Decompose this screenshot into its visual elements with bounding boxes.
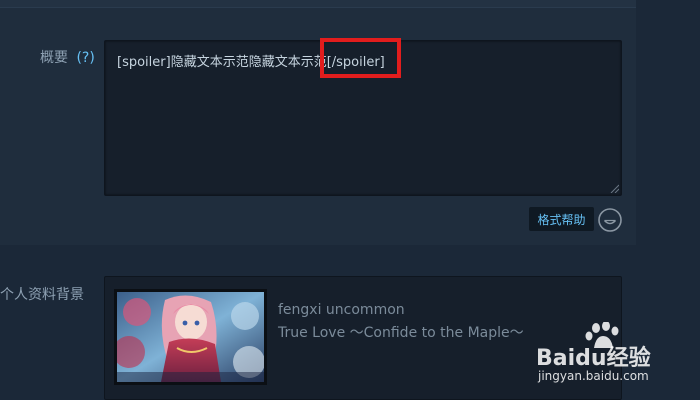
background-item-subtitle: True Love ～Confide to the Maple～ xyxy=(278,325,524,341)
smiley-icon[interactable] xyxy=(597,207,623,233)
summary-textarea[interactable]: [spoiler]隐藏文本示范隐藏文本示范[/spoiler] xyxy=(104,40,622,196)
background-thumbnail[interactable] xyxy=(114,289,267,385)
background-item-name: fengxi uncommon xyxy=(278,302,405,318)
background-thumbnail-art xyxy=(117,292,264,382)
summary-textarea-value: [spoiler]隐藏文本示范隐藏文本示范[/spoiler] xyxy=(117,55,385,70)
profile-background-selector[interactable]: fengxi uncommon True Love ～Confide to th… xyxy=(104,276,622,400)
panel-top-divider xyxy=(0,0,636,8)
page-gutter xyxy=(636,0,700,400)
resize-grip-icon[interactable] xyxy=(609,183,619,193)
profile-background-label: 个人资料背景 xyxy=(0,287,84,303)
format-help-button[interactable]: 格式帮助 xyxy=(529,207,594,231)
summary-help-link[interactable]: (?) xyxy=(76,50,94,66)
summary-label: 概要 (?) xyxy=(40,47,95,67)
edit-profile-page: 概要 (?) [spoiler]隐藏文本示范隐藏文本示范[/spoiler] 格… xyxy=(0,0,700,400)
summary-label-text: 概要 xyxy=(40,50,68,66)
